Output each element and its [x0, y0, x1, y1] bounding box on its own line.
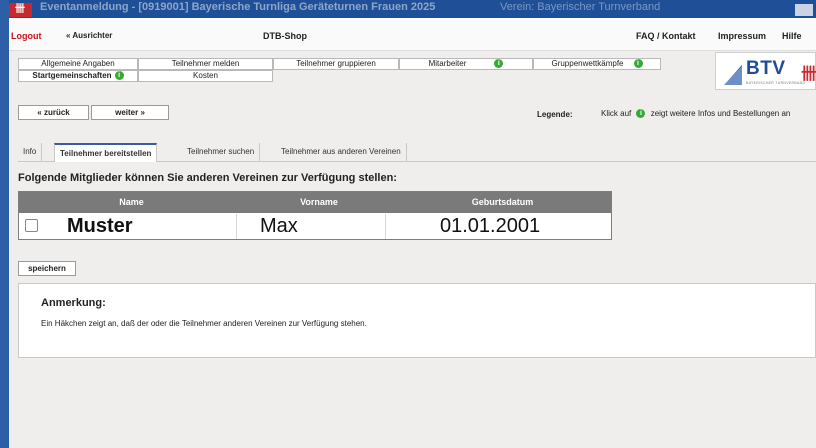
tab-label: Gruppenwettkämpfe	[551, 59, 624, 68]
btv-wing-icon	[724, 65, 742, 85]
tab-label: Teilnehmer gruppieren	[296, 59, 376, 68]
subtab-info[interactable]: Info	[18, 143, 43, 162]
legend-text-before: Klick auf	[601, 109, 632, 118]
ausrichter-link[interactable]: « Ausrichter	[66, 31, 112, 40]
btv-logo: BTV 卌 BAYERISCHER TURNVERBAND	[715, 52, 816, 90]
table-header: Name Vorname Geburtsdatum	[19, 192, 611, 213]
cell-vorname: Max	[260, 215, 298, 237]
table-row: Muster Max 01.01.2001	[19, 214, 611, 239]
weiter-button[interactable]: weiter »	[91, 105, 169, 120]
note-title: Anmerkung:	[41, 297, 106, 309]
members-table: Name Vorname Geburtsdatum Muster Max 01.…	[18, 191, 612, 240]
tab-label: Kosten	[193, 71, 218, 80]
note-box: Anmerkung: Ein Häkchen zeigt an, daß der…	[18, 283, 816, 358]
member-checkbox[interactable]	[25, 219, 38, 232]
legend-text-after: zeigt weitere Infos und Bestellungen an	[650, 109, 791, 118]
hilfe-link[interactable]: Hilfe	[782, 31, 802, 41]
tab-startgemeinschaften[interactable]: Startgemeinschaften i	[18, 70, 138, 82]
legend-label: Legende:	[537, 110, 573, 119]
subtab-teilnehmer-andere-vereine[interactable]: Teilnehmer aus anderen Vereinen	[276, 143, 407, 162]
window-subtitle: Verein: Bayerischer Turnverband	[500, 1, 661, 13]
info-icon[interactable]: i	[633, 59, 643, 69]
window-controls[interactable]	[795, 4, 813, 16]
column-header-vorname[interactable]: Vorname	[244, 197, 394, 207]
note-text: Ein Häkchen zeigt an, daß der oder die T…	[41, 319, 367, 328]
tab-mitarbeiter[interactable]: Mitarbeiter i	[399, 58, 533, 70]
column-header-name[interactable]: Name	[19, 197, 244, 207]
subtab-teilnehmer-bereitstellen[interactable]: Teilnehmer bereitstellen	[54, 143, 158, 162]
tab-label: Teilnehmer melden	[171, 59, 240, 68]
faq-kontakt-link[interactable]: FAQ / Kontakt	[636, 31, 696, 41]
window-left-border	[0, 0, 9, 448]
tab-gruppenwettkaempfe[interactable]: Gruppenwettkämpfe i	[533, 58, 661, 70]
info-icon[interactable]: i	[494, 59, 504, 69]
tab-kosten[interactable]: Kosten	[138, 70, 273, 82]
impressum-link[interactable]: Impressum	[718, 31, 766, 41]
column-divider	[236, 214, 237, 239]
column-divider	[385, 214, 386, 239]
top-menubar: Logout « Ausrichter DTB-Shop FAQ / Konta…	[9, 18, 816, 51]
window-titlebar: 卌 Eventanmeldung - [0919001] Bayerische …	[0, 0, 816, 18]
tab-teilnehmer-gruppieren[interactable]: Teilnehmer gruppieren	[273, 58, 399, 70]
cell-name: Muster	[67, 215, 133, 237]
tab-label: Allgemeine Angaben	[41, 59, 115, 68]
sub-tabs: Info Teilnehmer bereitstellen Teilnehmer…	[18, 143, 816, 162]
btv-logo-subtext: BAYERISCHER TURNVERBAND	[746, 81, 806, 85]
info-icon[interactable]: i	[114, 71, 124, 81]
tab-teilnehmer-melden[interactable]: Teilnehmer melden	[138, 58, 273, 70]
page-heading: Folgende Mitglieder können Sie anderen V…	[18, 172, 397, 184]
dtb-shop-link[interactable]: DTB-Shop	[263, 31, 307, 41]
info-icon: i	[636, 109, 646, 119]
zurueck-button[interactable]: « zurück	[18, 105, 89, 120]
app-content: Logout « Ausrichter DTB-Shop FAQ / Konta…	[9, 18, 816, 448]
column-header-geburtsdatum[interactable]: Geburtsdatum	[394, 197, 611, 207]
btv-logo-text: BTV	[746, 58, 786, 79]
cell-geburtsdatum: 01.01.2001	[440, 215, 541, 237]
app-logo-icon: 卌	[8, 3, 32, 17]
subtab-teilnehmer-suchen[interactable]: Teilnehmer suchen	[182, 143, 261, 162]
window-title: Eventanmeldung - [0919001] Bayerische Tu…	[40, 1, 436, 13]
tab-label: Mitarbeiter	[428, 59, 467, 68]
tab-allgemeine-angaben[interactable]: Allgemeine Angaben	[18, 58, 138, 70]
logout-link[interactable]: Logout	[11, 31, 42, 41]
legend-text: Klick auf i zeigt weitere Infos und Best…	[601, 109, 791, 119]
speichern-button[interactable]: speichern	[18, 261, 76, 276]
tab-label: Startgemeinschaften	[32, 71, 112, 80]
